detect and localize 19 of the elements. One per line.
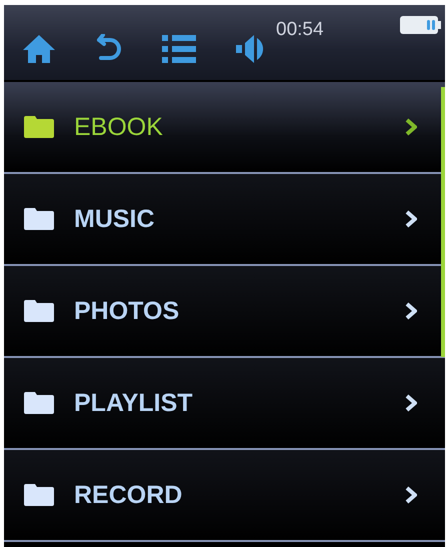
menu-item[interactable]: RECORD bbox=[4, 450, 445, 542]
menu-item[interactable]: EBOOK bbox=[4, 82, 445, 174]
folder-icon bbox=[24, 208, 54, 230]
chevron-right-icon bbox=[405, 486, 417, 504]
folder-icon bbox=[24, 300, 54, 322]
menu-item[interactable]: PLAYLIST bbox=[4, 358, 445, 450]
home-icon[interactable] bbox=[22, 34, 56, 64]
clock-time: 00:54 bbox=[276, 19, 324, 41]
list-icon[interactable] bbox=[162, 34, 196, 64]
chevron-right-icon bbox=[405, 394, 417, 412]
menu-item[interactable]: PHOTOS bbox=[4, 266, 445, 358]
scrollbar[interactable] bbox=[441, 87, 445, 357]
folder-icon bbox=[24, 484, 54, 506]
chevron-right-icon bbox=[405, 118, 417, 136]
chevron-right-icon bbox=[405, 210, 417, 228]
chevron-right-icon bbox=[405, 302, 417, 320]
folder-icon bbox=[24, 392, 54, 414]
folder-icon bbox=[24, 116, 54, 138]
battery-icon bbox=[399, 15, 441, 35]
